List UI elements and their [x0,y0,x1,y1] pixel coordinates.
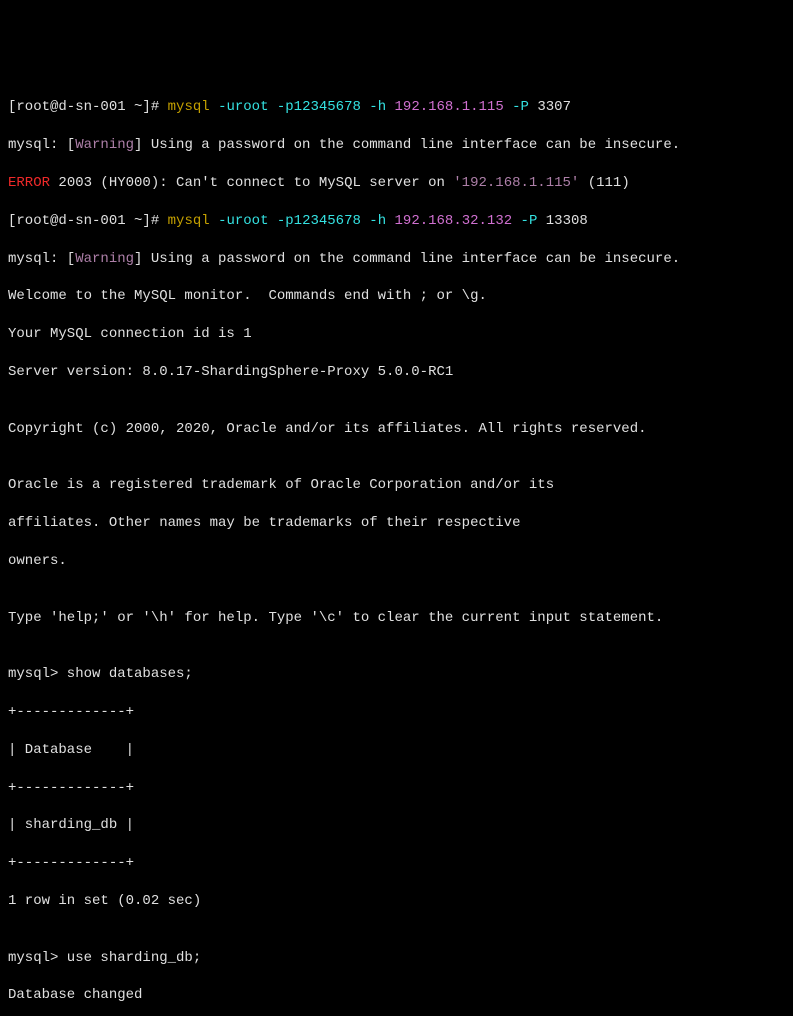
mysql-use-db: mysql> use sharding_db; [8,949,785,968]
mysql-error-line: ERROR 2003 (HY000): Can't connect to MyS… [8,174,785,193]
mysql-trademark-1: Oracle is a registered trademark of Orac… [8,476,785,495]
mysql-rows-in-set: 1 row in set (0.02 sec) [8,892,785,911]
shell-prompt-line-2: [root@d-sn-001 ~]# mysql -uroot -p123456… [8,212,785,231]
mysql-warning-line-1: mysql: [Warning] Using a password on the… [8,136,785,155]
mysql-welcome-line: Welcome to the MySQL monitor. Commands e… [8,287,785,306]
table-row: | sharding_db | [8,816,785,835]
mysql-db-changed: Database changed [8,986,785,1005]
terminal-output[interactable]: [root@d-sn-001 ~]# mysql -uroot -p123456… [8,80,785,1016]
mysql-help-hint: Type 'help;' or '\h' for help. Type '\c'… [8,609,785,628]
mysql-warning-line-2: mysql: [Warning] Using a password on the… [8,250,785,269]
mysql-connection-id: Your MySQL connection id is 1 [8,325,785,344]
table-border: +-------------+ [8,779,785,798]
mysql-server-version: Server version: 8.0.17-ShardingSphere-Pr… [8,363,785,382]
mysql-show-databases: mysql> show databases; [8,665,785,684]
mysql-copyright: Copyright (c) 2000, 2020, Oracle and/or … [8,420,785,439]
table-header: | Database | [8,741,785,760]
mysql-trademark-2: affiliates. Other names may be trademark… [8,514,785,533]
table-border: +-------------+ [8,703,785,722]
shell-prompt-line-1: [root@d-sn-001 ~]# mysql -uroot -p123456… [8,98,785,117]
table-border: +-------------+ [8,854,785,873]
mysql-trademark-3: owners. [8,552,785,571]
